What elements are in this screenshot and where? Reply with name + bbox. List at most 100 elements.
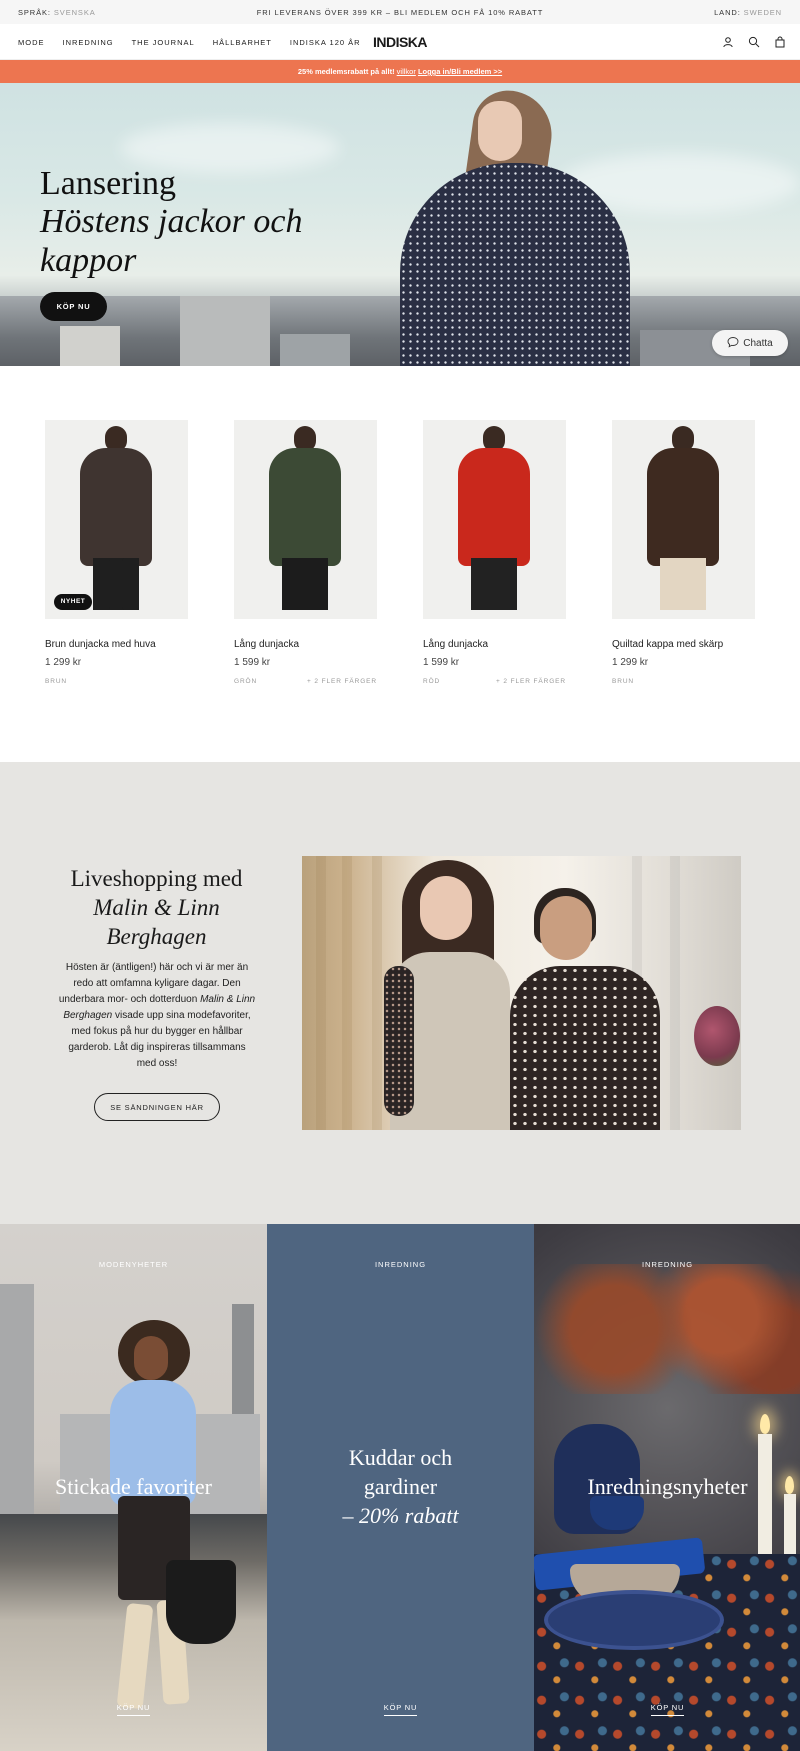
model-legs [471,558,517,610]
liveshopping-photo[interactable] [302,856,741,1130]
liveshopping-title: Liveshopping med Malin & Linn Berghagen [50,864,263,951]
model-legs [660,558,706,610]
model-coat [269,448,341,566]
country-label: LAND: [714,8,741,17]
person-dress [510,966,660,1130]
tile-buy-label: KÖP NU [116,1703,151,1716]
product-price: 1 299 kr [45,657,82,668]
product-card[interactable]: Lång dunjacka 1 599 kr GRÖN + 2 FLER FÄR… [234,420,377,685]
bag-icon[interactable] [774,36,786,48]
product-image[interactable] [234,420,377,619]
product-card[interactable]: NYHET Brun dunjacka med huva 1 299 kr BR… [45,420,188,685]
liveshopping-title-surname: Berghagen [50,922,263,951]
tile-buy-link[interactable]: KÖP NU [534,1703,800,1716]
curtain-fold [670,856,680,1130]
model-coat [458,448,530,566]
model-bag [166,1560,236,1644]
model-coat [647,448,719,566]
tile-kicker: INREDNING [374,1260,427,1269]
product-image[interactable]: NYHET [45,420,188,619]
product-card[interactable]: Quiltad kappa med skärp 1 299 kr BRUN [612,420,755,685]
blue-cup [590,1496,644,1530]
person-sleeve [384,966,414,1116]
tile-title-line: – 20% rabatt [342,1503,459,1528]
tile-title: Inredningsnyheter [587,1474,748,1499]
product-name[interactable]: Quiltad kappa med skärp [612,639,755,650]
tile-title-line: Kuddar och [348,1445,453,1470]
curtain-fold [342,856,352,1130]
flower-bouquet [694,1006,740,1066]
product-color: BRUN [45,678,68,685]
model-legs [282,558,328,610]
hero-subtitle: Höstens jackor och kappor [40,203,303,279]
product-name[interactable]: Lång dunjacka [423,639,566,650]
product-meta: GRÖN + 2 FLER FÄRGER [234,678,377,685]
product-color: BRUN [612,678,635,685]
liveshopping-title-names: Malin & Linn [50,893,263,922]
category-tiles: MODENYHETER Stickade favoriter KÖP NU IN… [0,1224,800,1751]
product-price: 1 299 kr [612,657,649,668]
chat-bubble-icon [727,336,739,351]
hero-building [60,326,120,366]
tile-knitwear[interactable]: MODENYHETER Stickade favoriter KÖP NU [0,1224,267,1751]
tile-cushions-curtains[interactable]: INREDNING Kuddar och gardiner – 20% raba… [267,1224,534,1751]
blue-plate [544,1590,724,1650]
tile-interior-news[interactable]: INREDNING Inredningsnyheter KÖP NU [534,1224,800,1751]
member-discount-banner: 25% medlemsrabatt på allt! villkor Logga… [0,60,800,83]
product-card[interactable]: Lång dunjacka 1 599 kr RÖD + 2 FLER FÄRG… [423,420,566,685]
product-image[interactable] [612,420,755,619]
member-discount-text: 25% medlemsrabatt på allt! [297,67,395,76]
hero-model-dress [400,163,630,366]
country-selector[interactable]: LAND: SWEDEN [714,8,782,17]
tile-buy-label: KÖP NU [650,1703,685,1716]
main-nav: MODE INREDNING THE JOURNAL HÅLLBARHET IN… [0,24,800,60]
product-more-colors[interactable]: + 2 FLER FÄRGER [496,678,566,685]
autumn-leaves [534,1264,800,1394]
product-price: 1 599 kr [423,657,460,668]
tile-title-line: gardiner [363,1474,438,1499]
liveshopping-body: Hösten är (äntligen!) här och vi är mer … [58,960,256,1072]
terms-link[interactable]: villkor [397,67,416,76]
tile-kicker: MODENYHETER [98,1260,169,1269]
person-face [420,876,472,940]
tile-kicker: INREDNING [641,1260,694,1269]
account-icon[interactable] [722,36,734,48]
tile-buy-label: KÖP NU [383,1703,418,1716]
tile-buy-link[interactable]: KÖP NU [0,1703,267,1716]
product-meta: BRUN [612,678,755,685]
chat-label: Chatta [743,337,773,349]
liveshopping-title-line: Berghagen [106,924,207,949]
utility-bar: SPRÅK: SVENSKA FRI LEVERANS ÖVER 399 KR … [0,0,800,24]
shipping-promo: FRI LEVERANS ÖVER 399 KR – BLI MEDLEM OC… [256,8,544,17]
chat-button[interactable]: Chatta [712,330,788,356]
hero-banner[interactable]: Lansering Höstens jackor och kappor KÖP … [0,83,800,366]
model-coat [80,448,152,566]
product-name[interactable]: Brun dunjacka med huva [45,639,188,650]
new-badge: NYHET [54,594,92,610]
product-meta: BRUN [45,678,188,685]
tile-title-discount: – 20% rabatt [267,1501,534,1530]
login-member-link[interactable]: Logga in/Bli medlem >> [418,67,502,76]
site-logo[interactable]: INDISKA [0,34,800,50]
curtain-fold [372,856,382,1130]
product-name[interactable]: Lång dunjacka [234,639,377,650]
search-icon[interactable] [748,36,760,48]
curtain-fold [316,856,326,1130]
liveshopping-section: Liveshopping med Malin & Linn Berghagen … [0,762,800,1224]
hero-building [180,296,270,366]
product-more-colors[interactable]: + 2 FLER FÄRGER [307,678,377,685]
liveshopping-title-line: Liveshopping med [70,866,243,891]
product-color: RÖD [423,678,441,685]
product-image[interactable] [423,420,566,619]
tile-buy-link[interactable]: KÖP NU [267,1703,534,1716]
hero-buy-button[interactable]: KÖP NU [40,292,107,321]
watch-broadcast-button[interactable]: SE SÄNDNINGEN HÄR [94,1093,220,1121]
model-legs [93,558,139,610]
liveshopping-title-line: Malin & Linn [93,895,220,920]
hero-model-face [478,101,522,161]
country-value: SWEDEN [743,8,782,17]
tile-title: Stickade favoriter [55,1474,212,1499]
hero-building [280,334,350,366]
product-meta: RÖD + 2 FLER FÄRGER [423,678,566,685]
product-price: 1 599 kr [234,657,271,668]
